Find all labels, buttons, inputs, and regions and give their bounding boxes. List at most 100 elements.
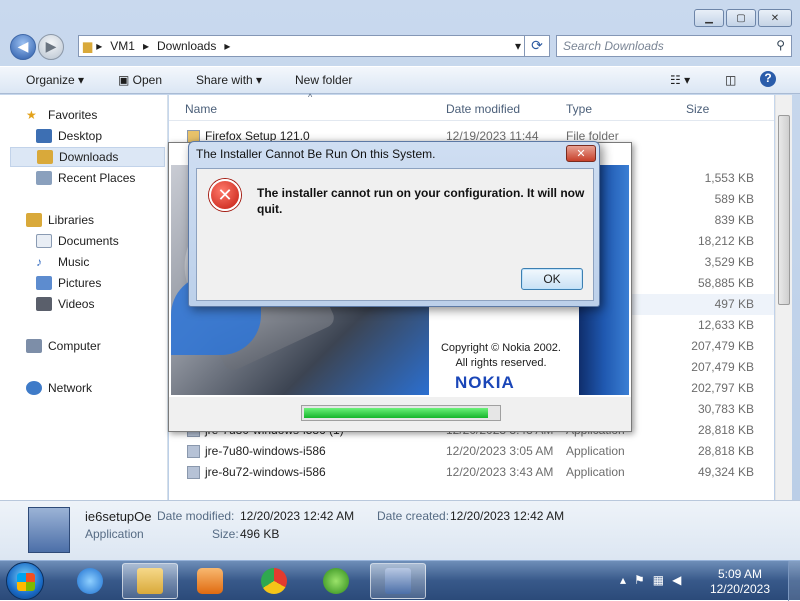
breadcrumb-separator-icon: ▸ — [142, 39, 149, 53]
volume-muted-icon[interactable]: ◀ — [672, 573, 689, 587]
column-headers: Name ^ Date modified Type Size — [169, 92, 774, 121]
progress-bar — [301, 405, 501, 421]
share-with-label: Share with — [196, 73, 253, 87]
column-name[interactable]: Name — [185, 102, 217, 116]
clock[interactable]: 5:09 AM 12/20/2023 — [710, 567, 770, 597]
copyright-text: Copyright © Nokia 2002. All rights reser… — [431, 341, 571, 371]
show-desktop-button[interactable] — [788, 561, 800, 601]
address-dropdown-icon[interactable]: ▾ — [515, 39, 521, 53]
nav-network[interactable]: Network — [26, 378, 191, 398]
forward-button[interactable]: ▶ — [38, 34, 64, 60]
organize-menu[interactable]: Organize ▾ — [26, 73, 84, 87]
taskbar-installer[interactable] — [370, 563, 426, 599]
downloads-folder-icon — [37, 150, 53, 164]
videos-icon — [36, 297, 52, 311]
refresh-button[interactable]: ⟳ — [524, 35, 550, 57]
windows-logo-icon — [17, 573, 35, 591]
cell-name: jre-7u80-windows-i586 — [205, 444, 326, 458]
show-hidden-icons-icon[interactable]: ▴ — [620, 573, 634, 587]
nav-documents-label: Documents — [58, 234, 119, 248]
search-input[interactable]: Search Downloads ⚲ — [556, 35, 792, 57]
date-created-label: Date created: — [377, 509, 450, 523]
taskbar-media-player[interactable] — [182, 563, 238, 599]
cell-size: 49,324 KB — [697, 465, 754, 479]
error-icon: ✕ — [209, 179, 241, 211]
maximize-button[interactable]: ▢ — [726, 9, 756, 27]
taskbar-windows-media-center[interactable] — [308, 563, 364, 599]
nokia-logo: NOKIA — [455, 373, 515, 392]
taskbar-windows-explorer[interactable] — [122, 563, 178, 599]
documents-icon — [36, 234, 52, 248]
nav-downloads[interactable]: Downloads — [10, 147, 165, 167]
table-row[interactable]: jre-7u80-windows-i586 12/20/2023 3:05 AM A… — [169, 441, 774, 462]
cell-size: 58,885 KB — [697, 276, 754, 290]
view-options-icon[interactable]: ☷ ▾ — [670, 73, 690, 87]
size-label: Size: — [212, 527, 239, 541]
nav-music-label: Music — [58, 255, 90, 269]
cell-size: 207,479 KB — [691, 339, 754, 353]
cell-size: 589 KB — [714, 192, 754, 206]
vertical-scrollbar[interactable] — [775, 95, 792, 500]
organize-label: Organize — [26, 73, 75, 87]
cell-type: Application — [566, 465, 625, 479]
new-folder-button[interactable]: New folder — [295, 73, 352, 87]
close-button[interactable]: ✕ — [758, 9, 792, 27]
media-player-icon — [197, 568, 223, 594]
date-modified-label: Date modified: — [157, 509, 235, 523]
column-type[interactable]: Type — [566, 102, 592, 116]
copyright-line: Copyright © Nokia 2002. — [440, 342, 561, 354]
progress-bar-fill — [304, 408, 489, 418]
scrollbar-thumb[interactable] — [778, 115, 790, 305]
taskbar-chrome[interactable] — [246, 563, 302, 599]
cell-date: 12/20/2023 3:43 AM — [446, 465, 554, 479]
address-bar[interactable]: ▆ ▸ VM1 ▸ Downloads ▸ ▾ — [78, 35, 528, 57]
taskbar-internet-explorer[interactable] — [62, 563, 118, 599]
network-icon — [26, 381, 42, 395]
nav-computer[interactable]: Computer — [26, 336, 191, 356]
share-with-menu[interactable]: Share with ▾ — [196, 73, 262, 87]
search-icon[interactable]: ⚲ — [776, 38, 785, 52]
preview-pane-icon[interactable]: ◫ — [725, 73, 736, 87]
nav-network-label: Network — [48, 381, 93, 395]
cell-size: 1,553 KB — [704, 171, 754, 185]
sort-arrow-icon: ^ — [308, 92, 313, 102]
table-row[interactable]: jre-8u72-windows-i586 12/20/2023 3:43 AM A… — [169, 462, 774, 483]
recent-places-icon — [36, 171, 52, 185]
system-tray-icons: ▴⚑▦◀ — [620, 573, 689, 587]
cell-size: 18,212 KB — [697, 234, 754, 248]
cell-size: 3,529 KB — [704, 255, 754, 269]
address-row: ◀ ▶ ▆ ▸ VM1 ▸ Downloads ▸ ▾ ⟳ Search Dow… — [8, 33, 792, 61]
breadcrumb-separator-icon: ▸ — [224, 39, 231, 53]
column-size[interactable]: Size — [686, 102, 709, 116]
nav-pictures-label: Pictures — [58, 276, 102, 290]
selected-file-name: ie6setupOe — [85, 509, 152, 524]
back-button[interactable]: ◀ — [10, 34, 36, 60]
search-placeholder: Search Downloads — [563, 39, 664, 53]
breadcrumb-vm1[interactable]: VM1 — [110, 39, 135, 53]
cell-size: 207,479 KB — [691, 360, 754, 374]
breadcrumb-downloads[interactable]: Downloads — [157, 39, 216, 53]
cell-size: 497 KB — [714, 297, 754, 311]
action-center-icon[interactable]: ⚑ — [634, 573, 653, 587]
open-button[interactable]: ▣ Open — [118, 73, 162, 87]
dialog-body: ✕ The installer cannot run on your confi… — [196, 168, 594, 301]
media-center-icon — [323, 568, 349, 594]
dialog-message: The installer cannot run on your configu… — [257, 186, 585, 216]
nav-favorites[interactable]: ★ Favorites — [26, 105, 191, 125]
column-date-modified[interactable]: Date modified — [446, 102, 520, 116]
ok-button[interactable]: OK — [521, 268, 583, 290]
computer-icon — [26, 339, 42, 353]
network-tray-icon[interactable]: ▦ — [653, 573, 672, 587]
nav-recent-label: Recent Places — [58, 171, 136, 185]
help-icon[interactable]: ? — [760, 71, 776, 87]
nav-libraries[interactable]: Libraries — [26, 210, 191, 230]
minimize-button[interactable]: ▁ — [694, 9, 724, 27]
installer-icon — [385, 568, 411, 594]
dialog-close-button[interactable]: ✕ — [566, 145, 596, 162]
command-bar: Organize ▾ ▣ Open Share with ▾ New folde… — [0, 66, 800, 94]
clock-time: 5:09 AM — [717, 567, 762, 581]
start-button[interactable] — [6, 562, 44, 600]
nav-desktop-label: Desktop — [58, 129, 103, 143]
open-label: Open — [132, 73, 163, 87]
cell-type: Application — [566, 444, 625, 458]
